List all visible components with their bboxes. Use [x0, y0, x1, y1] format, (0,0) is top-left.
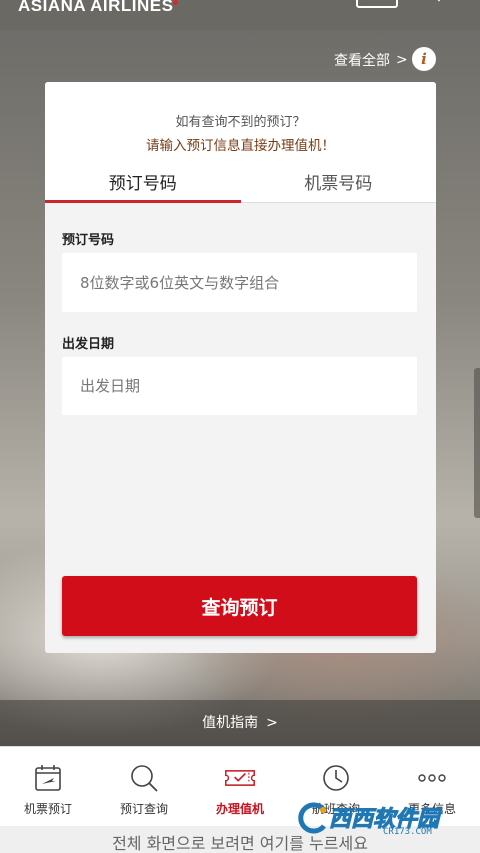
info-icon[interactable]: i [412, 47, 436, 71]
checkin-ticket-icon [225, 770, 255, 786]
checkin-guide-link[interactable]: 值机指南 > [0, 700, 480, 746]
plane-calendar-icon [35, 765, 61, 791]
departure-date-label: 出发日期 [62, 337, 115, 352]
chevron-right-icon: > [266, 715, 278, 731]
scroll-handle[interactable] [474, 368, 480, 518]
top-bar: ASIANA AIRLINES [0, 0, 480, 30]
notice-line-1: 如有查询不到的预订？ [175, 115, 306, 130]
checkin-card: 如有查询不到的预订？ 请输入预订信息直接办理值机！ 预订号码 机票号码 预订号码… [45, 82, 436, 653]
tab-ticket-number[interactable]: 机票号码 [240, 160, 436, 203]
nav-item-checkin[interactable]: 办理值机 [192, 747, 288, 826]
clock-icon [323, 765, 349, 791]
tab-booking-number[interactable]: 预订号码 [45, 160, 241, 203]
checkin-guide-label: 值机指南 [202, 715, 259, 731]
view-all-link[interactable]: 查看全部 > [334, 50, 408, 70]
nav-item-flight-booking[interactable]: 机票预订 [0, 747, 96, 826]
booking-number-label: 预订号码 [62, 233, 115, 248]
chevron-right-icon: > [396, 52, 408, 68]
watermark: 西西软件园 CR173.COM [293, 797, 463, 845]
notice-line-2: 请输入预订信息直接办理值机！ [146, 138, 335, 154]
more-dots-icon [418, 774, 446, 782]
search-booking-button[interactable]: 查询预订 [62, 576, 417, 636]
booking-number-input[interactable] [62, 253, 417, 312]
close-icon[interactable] [425, 0, 453, 14]
nav-label: 预订查询 [119, 802, 168, 816]
watermark-logo-icon [298, 802, 326, 834]
view-all-label: 查看全部 [334, 53, 390, 69]
nav-label: 办理值机 [215, 802, 264, 816]
nav-label: 机票预订 [23, 802, 72, 816]
departure-date-input[interactable] [62, 357, 417, 415]
tab-bar: 预订号码 机票号码 [45, 160, 436, 203]
brand-dot [173, 0, 178, 5]
brand-logo: ASIANA AIRLINES [18, 0, 174, 15]
watermark-url: CR173.COM [383, 827, 432, 837]
nav-item-booking-search[interactable]: 预订查询 [96, 747, 192, 826]
menu-box-icon[interactable] [356, 0, 398, 8]
search-icon [131, 765, 158, 792]
